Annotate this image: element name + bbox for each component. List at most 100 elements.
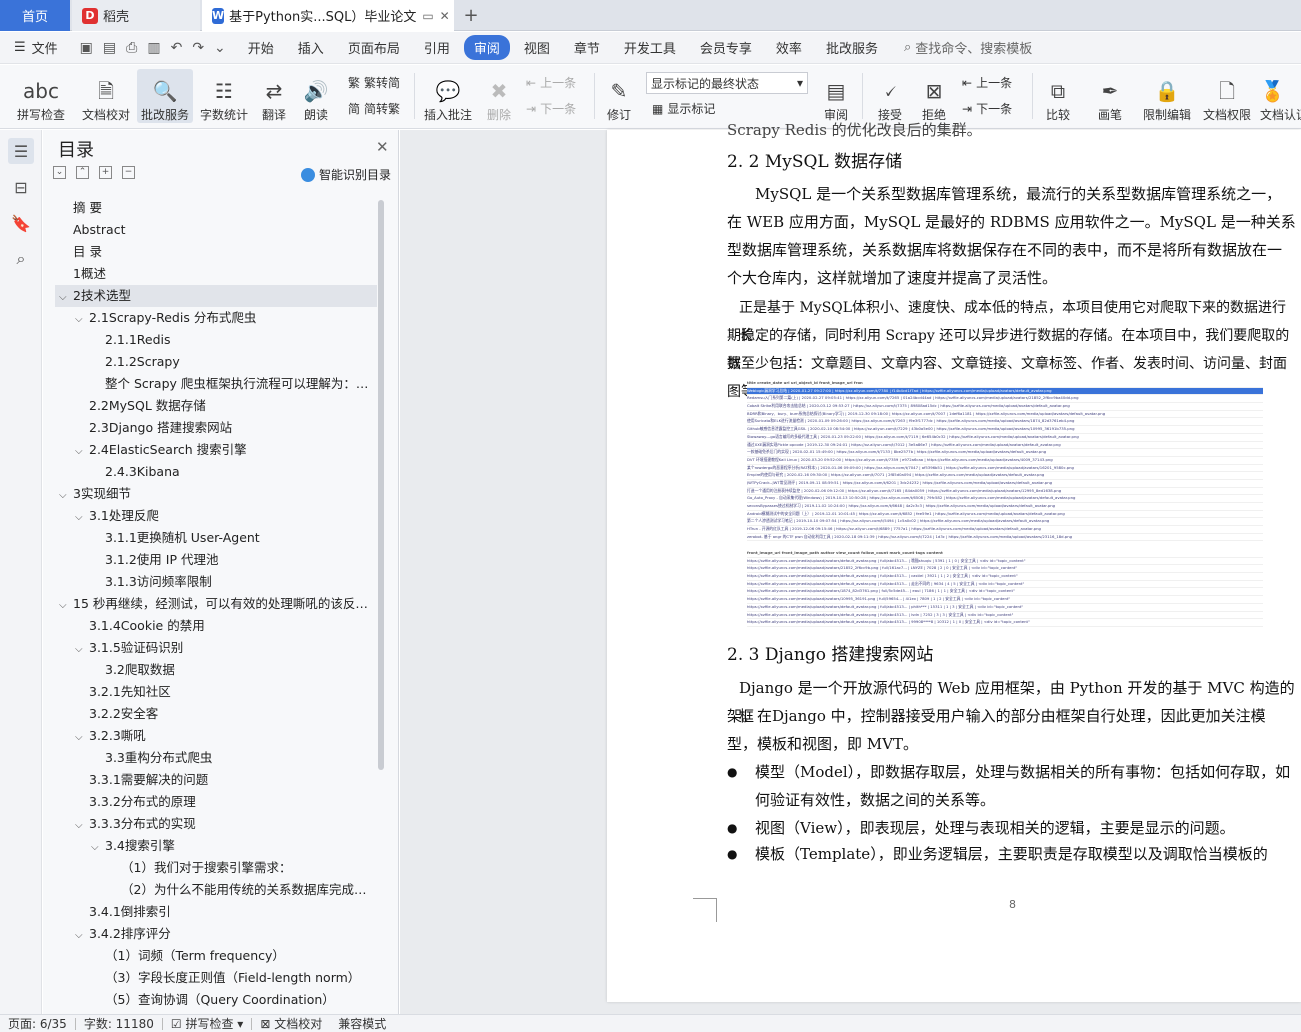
menu-developer[interactable]: 开发工具: [614, 35, 686, 60]
correction-service-button[interactable]: 🔍 批改服务: [137, 69, 193, 123]
next-comment-button[interactable]: ⇥ 下一条: [526, 100, 576, 117]
toc-panel-icon[interactable]: ☰: [8, 138, 34, 164]
show-markup-button[interactable]: ▦ 显示标记: [652, 100, 715, 117]
tab-document[interactable]: W 基于Python实...SQL）毕业论文 ▭ ✕: [202, 0, 454, 31]
reject-button[interactable]: ⊠ 拒绝: [914, 69, 954, 123]
toc-item[interactable]: （1）词频（Term frequency）: [55, 945, 377, 967]
read-aloud-button[interactable]: 🔊 朗读: [300, 69, 332, 123]
toc-item[interactable]: 整个 Scrapy 爬虫框架执行流程可以理解为：爬虫...: [55, 373, 377, 395]
toc-item[interactable]: 3.2.2安全客: [55, 703, 377, 725]
simp-to-trad-button[interactable]: 简简转繁: [348, 100, 400, 117]
chevron-down-icon[interactable]: ⌵: [75, 925, 89, 945]
chevron-down-icon[interactable]: ⌵: [59, 595, 73, 615]
compare-button[interactable]: ⧉ 比较: [1038, 69, 1078, 123]
close-icon[interactable]: ✕: [376, 138, 389, 156]
menu-references[interactable]: 引用: [414, 35, 460, 60]
chevron-down-icon[interactable]: ⌵: [59, 287, 73, 307]
toc-item[interactable]: ⌵ 3.4搜索引擎: [55, 835, 377, 857]
find-icon[interactable]: ⌕: [8, 246, 34, 272]
toc-item[interactable]: 3.2.1先知社区: [55, 681, 377, 703]
menu-view[interactable]: 视图: [514, 35, 560, 60]
close-tab-icon[interactable]: ✕: [440, 9, 450, 23]
toc-item[interactable]: 3.3.1需要解决的问题: [55, 769, 377, 791]
redo-icon[interactable]: ↷: [192, 40, 204, 56]
prev-change-button[interactable]: ⇤ 上一条: [962, 74, 1012, 91]
toc-item[interactable]: （2）为什么不能用传统的关系数据库完成搜索引擎...: [55, 879, 377, 901]
bookmark-icon[interactable]: 🔖: [8, 210, 34, 236]
more-chevron-icon[interactable]: ⌄: [214, 40, 226, 56]
tab-home[interactable]: 首页: [0, 0, 70, 31]
command-search[interactable]: ⌕ 查找命令、搜索模板: [904, 38, 1032, 57]
toc-item[interactable]: ⌵ 3.2.3嘶吼: [55, 725, 377, 747]
print-icon[interactable]: ⎙: [126, 40, 137, 56]
toc-item[interactable]: （5）查询协调（Query Coordination）: [55, 989, 377, 1007]
menu-review[interactable]: 审阅: [463, 35, 510, 60]
review-pane-button[interactable]: ▤ 审阅: [816, 69, 856, 123]
toc-item[interactable]: 3.2爬取数据: [55, 659, 377, 681]
spellcheck-button[interactable]: abc 拼写检查: [10, 69, 72, 123]
remove-heading-icon[interactable]: −: [122, 166, 135, 179]
page-indicator[interactable]: 页面: 6/35: [0, 1015, 75, 1032]
toc-item[interactable]: 3.3重构分布式爬虫: [55, 747, 377, 769]
insert-comment-button[interactable]: 💬 插入批注: [422, 69, 474, 123]
trad-to-simp-button[interactable]: 繁繁转简: [348, 74, 400, 91]
ink-button[interactable]: ✒ 画笔: [1092, 69, 1128, 123]
toc-item[interactable]: 2.1.1Redis: [55, 329, 377, 351]
translate-button[interactable]: ⇄ 翻译: [256, 69, 292, 123]
toc-item[interactable]: 目 录: [55, 241, 377, 263]
document-page[interactable]: Scrapy Redis 的优化改良后的集群。 2. 2 MySQL 数据存储 …: [607, 121, 1301, 1002]
tab-daoke[interactable]: D 稻壳: [72, 0, 200, 31]
menu-section[interactable]: 章节: [564, 35, 610, 60]
toc-item[interactable]: ⌵ 2技术选型: [55, 285, 377, 307]
chevron-down-icon[interactable]: ⌵: [75, 639, 89, 659]
toc-item[interactable]: 2.2MySQL 数据存储: [55, 395, 377, 417]
expand-all-icon[interactable]: ⌃: [76, 166, 89, 179]
markup-mode-select[interactable]: 显示标记的最终状态 ▾: [646, 72, 808, 94]
restrict-edit-button[interactable]: 🔒 限制编辑: [1140, 69, 1194, 123]
chevron-down-icon[interactable]: ⌵: [59, 485, 73, 505]
save-icon[interactable]: ▣: [80, 40, 93, 56]
new-tab-button[interactable]: +: [458, 0, 484, 31]
menu-layout[interactable]: 页面布局: [338, 35, 410, 60]
toc-item[interactable]: 3.1.2使用 IP 代理池: [55, 549, 377, 571]
doc-permission-button[interactable]: 🗋 文档权限: [1200, 69, 1254, 123]
smart-toc-button[interactable]: 智能识别目录: [301, 166, 391, 183]
chevron-down-icon[interactable]: ⌵: [91, 837, 105, 857]
toc-item[interactable]: （1）我们对于搜索引擎需求：: [55, 857, 377, 879]
chevron-down-icon[interactable]: ⌵: [75, 441, 89, 461]
toc-item[interactable]: ⌵ 3.1.5验证码识别: [55, 637, 377, 659]
toc-item[interactable]: ⌵ 2.1Scrapy-Redis 分布式爬虫: [55, 307, 377, 329]
toc-item[interactable]: 2.4.3Kibana: [55, 461, 377, 483]
undo-icon[interactable]: ↶: [171, 40, 183, 56]
toc-item[interactable]: ⌵ 3.1处理反爬: [55, 505, 377, 527]
toc-item[interactable]: 3.1.1更换随机 User-Agent: [55, 527, 377, 549]
file-menu[interactable]: ☰ 文件: [0, 38, 70, 57]
accept-button[interactable]: 🗸 接受: [870, 69, 910, 123]
doc-cert-button[interactable]: 🏅 文档认证: [1260, 69, 1301, 123]
spellcheck-status[interactable]: ☑ 拼写检查 ▾: [163, 1015, 251, 1032]
prev-comment-button[interactable]: ⇤ 上一条: [526, 74, 576, 91]
toc-item[interactable]: 1概述: [55, 263, 377, 285]
toc-item[interactable]: ⌵ 3.4.2排序评分: [55, 923, 377, 945]
toc-item[interactable]: 2.1.2Scrapy: [55, 351, 377, 373]
print-preview-icon[interactable]: ▥: [147, 40, 160, 56]
menu-correction[interactable]: 批改服务: [816, 35, 888, 60]
chevron-down-icon[interactable]: ⌵: [75, 815, 89, 835]
toc-item[interactable]: 摘 要: [55, 197, 377, 219]
menu-efficiency[interactable]: 效率: [766, 35, 812, 60]
toc-item[interactable]: 3.1.3访问频率限制: [55, 571, 377, 593]
toc-scrollbar[interactable]: [378, 200, 384, 770]
toc-item[interactable]: ⌵ 3实现细节: [55, 483, 377, 505]
monitor-icon[interactable]: ▭: [422, 9, 433, 23]
chapter-nav-icon[interactable]: ⊟: [8, 174, 34, 200]
toc-item[interactable]: Abstract: [55, 219, 377, 241]
proofread-status[interactable]: ⊠ 文档校对: [252, 1015, 330, 1032]
chevron-down-icon[interactable]: ⌵: [75, 309, 89, 329]
toc-item[interactable]: ⌵ 15 秒再继续，经测试，可以有效的处理嘶吼的该反爬机制: [55, 593, 377, 615]
export-pdf-icon[interactable]: ▤: [103, 40, 116, 56]
proofread-button[interactable]: 🗎 文档校对: [78, 69, 134, 123]
add-heading-icon[interactable]: +: [99, 166, 112, 179]
toc-item[interactable]: 3.3.2分布式的原理: [55, 791, 377, 813]
word-count[interactable]: 字数: 11180: [76, 1015, 162, 1032]
toc-item[interactable]: ⌵ 3.3.3分布式的实现: [55, 813, 377, 835]
